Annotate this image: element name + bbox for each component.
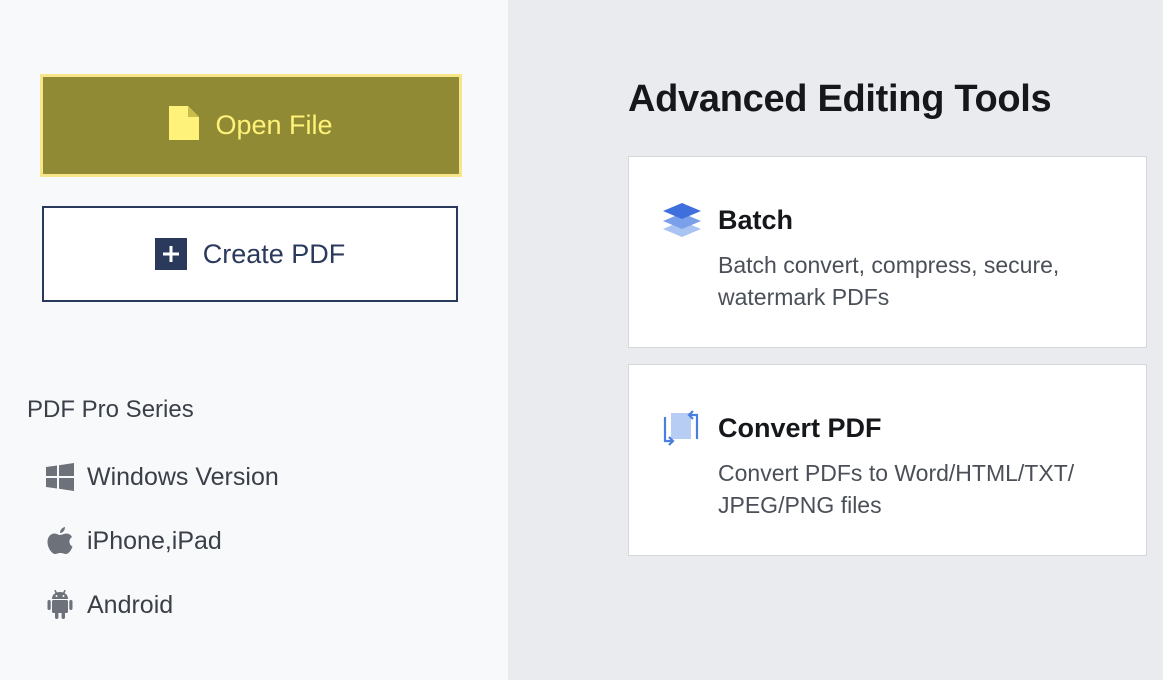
main-panel: Advanced Editing Tools Batch Batch conve… [508,0,1163,680]
series-item-label: Windows Version [87,462,279,491]
card-title: Convert PDF [718,413,882,443]
convert-icon [661,407,703,449]
open-file-button[interactable]: Open File [40,74,462,177]
file-icon [169,106,200,145]
card-description: Batch convert, compress, secure, waterma… [718,252,1060,310]
apple-icon [45,526,75,556]
series-item-label: iPhone,iPad [87,526,222,555]
series-title: PDF Pro Series [27,396,194,423]
create-pdf-label: Create PDF [202,238,346,269]
series-item-windows[interactable]: Windows Version [45,459,279,495]
create-pdf-button[interactable]: Create PDF [42,206,458,302]
series-item-android[interactable]: Android [45,587,173,623]
convert-pdf-card[interactable]: Convert PDF Convert PDFs to Word/HTML/TX… [628,364,1147,556]
series-item-label: Android [87,590,174,619]
card-title: Batch [718,205,794,235]
android-icon [45,590,75,620]
card-description: Convert PDFs to Word/HTML/TXT/ JPEG/PNG … [718,460,1075,518]
sidebar: Open File Create PDF PDF Pro Series Wind… [0,0,508,680]
plus-icon [154,238,187,270]
windows-icon [45,462,75,492]
open-file-label: Open File [215,110,333,140]
layers-icon [661,199,703,241]
series-item-iphone-ipad[interactable]: iPhone,iPad [45,523,222,559]
batch-card[interactable]: Batch Batch convert, compress, secure, w… [628,156,1147,348]
page-title: Advanced Editing Tools [628,78,1052,120]
